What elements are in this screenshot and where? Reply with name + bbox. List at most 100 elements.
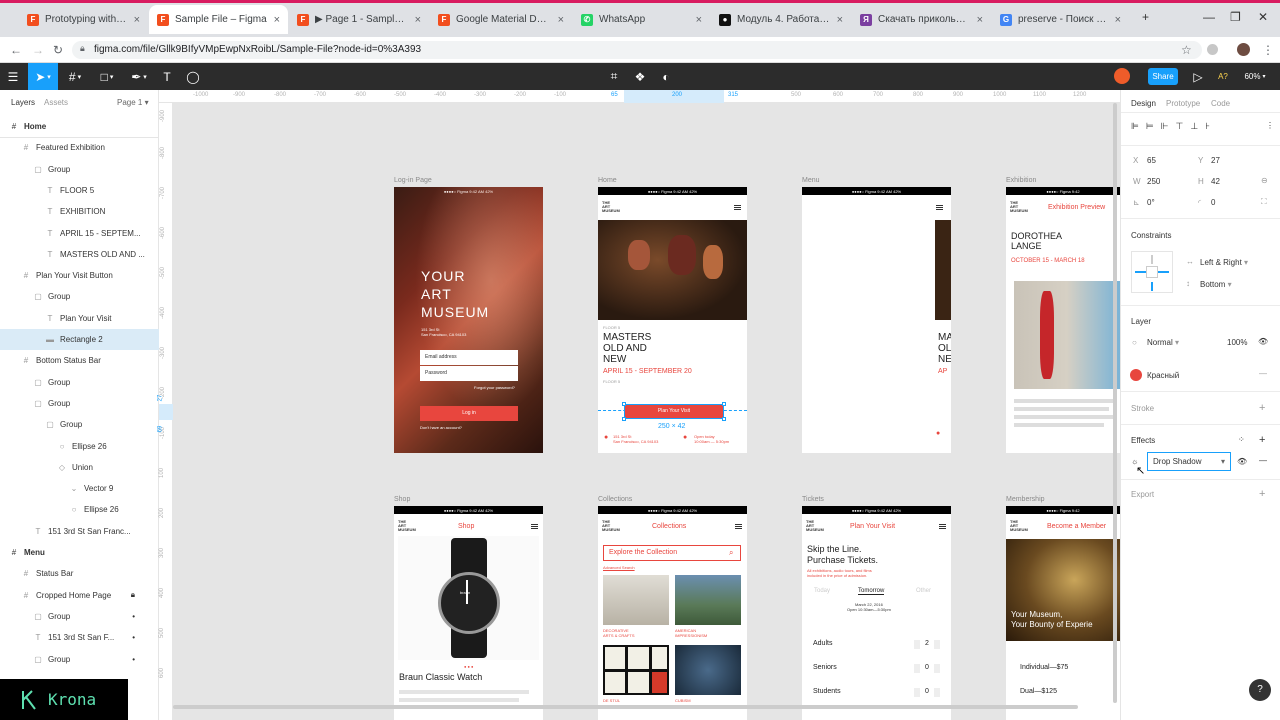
constrain-proportions-icon[interactable]: ⊖ xyxy=(1261,176,1268,185)
browser-tab[interactable]: F ▶ Page 1 - Sample File × xyxy=(289,5,429,34)
layer-row[interactable]: # Cropped Home Page 🔒︎ xyxy=(0,585,159,606)
extension-icon[interactable] xyxy=(1207,44,1218,55)
hamburger-icon[interactable] xyxy=(939,524,946,529)
frame-label-exhibition[interactable]: Exhibition xyxy=(1006,177,1036,184)
close-tab-icon[interactable]: × xyxy=(415,14,421,26)
layer-row[interactable]: # Featured Exhibition xyxy=(0,137,159,158)
layer-row[interactable]: T 151 3rd St San F... • xyxy=(0,627,159,648)
frame-label-tickets[interactable]: Tickets xyxy=(802,496,824,503)
shape-tool-icon[interactable]: □ ▾ xyxy=(94,63,120,90)
resize-handle[interactable] xyxy=(622,402,626,406)
frame-label-shop[interactable]: Shop xyxy=(394,496,410,503)
add-effect-icon[interactable]: + xyxy=(1259,434,1265,446)
browser-menu-icon[interactable]: ⋮ xyxy=(1262,43,1274,57)
frame-home[interactable]: ●●●●○ Figma 9:42 AM 42% THE ART MUSEUM F… xyxy=(598,187,747,453)
forward-icon[interactable]: → xyxy=(32,43,44,57)
collection-thumbnail[interactable] xyxy=(675,645,741,695)
distribute-icon[interactable]: ⋮ xyxy=(1266,121,1274,130)
browser-tab[interactable]: Я Скачать прикольные гифк × xyxy=(852,5,991,34)
assets-tab[interactable]: Assets xyxy=(44,98,68,107)
layer-row[interactable]: # Bottom Status Bar xyxy=(0,350,159,371)
width-input[interactable]: 250 xyxy=(1147,177,1160,186)
help-button[interactable]: ? xyxy=(1249,679,1271,701)
mask-icon[interactable]: ◐ xyxy=(657,63,675,90)
layer-row[interactable]: # Status Bar xyxy=(0,563,159,584)
frame-exhibition[interactable]: ●●●●○ Figma 9:42 THE ART MUSEUM Exhibiti… xyxy=(1006,187,1120,453)
layer-row[interactable]: T Plan Your Visit xyxy=(0,308,159,329)
frame-label-menu[interactable]: Menu xyxy=(802,177,820,184)
layer-row[interactable]: T EXHIBITION xyxy=(0,201,159,222)
frame-collections[interactable]: ●●●●○ Figma 9:42 AM 42% THE ART MUSEUM C… xyxy=(598,506,747,720)
login-button[interactable]: Log in xyxy=(420,406,518,421)
collection-search-input[interactable]: Explore the Collection xyxy=(603,545,741,561)
day-tab-today[interactable]: Today xyxy=(814,588,830,594)
frame-login[interactable]: ●●●●○ Figma 9:42 AM 42% YOUR ART MUSEUM … xyxy=(394,187,543,453)
component-icon[interactable]: ❖ xyxy=(631,63,649,90)
layers-tab[interactable]: Layers xyxy=(11,98,35,107)
align-tools[interactable]: ⊫⊨⊩⊤⊥⊦ xyxy=(1131,121,1217,132)
resize-handle[interactable] xyxy=(722,402,726,406)
layer-row[interactable]: ▢ Group xyxy=(0,393,159,414)
ticket-quantity-stepper[interactable]: 0 xyxy=(914,688,940,697)
browser-tab[interactable]: ● Модуль 4. Работа с объек × xyxy=(711,5,851,34)
collaborator-badge[interactable]: A? xyxy=(1214,63,1232,90)
y-input[interactable]: 27 xyxy=(1211,156,1220,165)
profile-avatar[interactable] xyxy=(1237,43,1250,56)
collection-thumbnail[interactable] xyxy=(603,575,669,625)
layer-row[interactable]: ⌄ Vector 9 xyxy=(0,478,159,499)
corner-radius-input[interactable]: 0 xyxy=(1211,198,1215,207)
text-tool-icon[interactable]: T xyxy=(158,63,176,90)
user-avatar[interactable] xyxy=(1114,68,1130,84)
layer-row[interactable]: ▢ Group xyxy=(0,286,159,307)
carousel-dots[interactable]: ● ● ● xyxy=(464,664,473,669)
day-tab-other[interactable]: Other xyxy=(916,588,931,594)
close-tab-icon[interactable]: × xyxy=(977,14,983,26)
constraint-right[interactable] xyxy=(1157,271,1169,273)
x-input[interactable]: 65 xyxy=(1147,156,1156,165)
new-tab-button[interactable]: + xyxy=(1142,10,1149,24)
ticket-quantity-stepper[interactable]: 2 xyxy=(914,640,940,649)
layer-row[interactable]: ▢ Group • xyxy=(0,649,159,670)
frame-label-login[interactable]: Log-in Page xyxy=(394,177,432,184)
comment-tool-icon[interactable]: ◯ xyxy=(184,63,202,90)
layer-row[interactable]: ◇ Union xyxy=(0,457,159,478)
resize-handle[interactable] xyxy=(722,417,726,421)
close-menu-icon[interactable] xyxy=(936,205,943,210)
fill-color-swatch[interactable] xyxy=(1130,369,1142,381)
url-input[interactable]: figma.com/file/Gllk9BIfyVMpEwpNxRoibL/Sa… xyxy=(72,41,1202,59)
lock-icon[interactable]: 🔒︎ xyxy=(80,43,85,54)
tab-code[interactable]: Code xyxy=(1211,99,1230,108)
layer-row[interactable]: T FLOOR 5 xyxy=(0,180,159,201)
add-export-icon[interactable]: + xyxy=(1259,488,1265,500)
canvas[interactable]: Log-in Page ●●●●○ Figma 9:42 AM 42% YOUR… xyxy=(173,103,1120,720)
zoom-level[interactable]: 60% ▾ xyxy=(1240,63,1270,90)
close-tab-icon[interactable]: × xyxy=(558,14,564,26)
tab-prototype[interactable]: Prototype xyxy=(1166,99,1200,108)
layer-row[interactable]: # Menu xyxy=(0,542,159,563)
layer-row[interactable]: ▢ Group xyxy=(0,159,159,180)
resize-handle[interactable] xyxy=(622,417,626,421)
close-window-icon[interactable]: ✕ xyxy=(1258,10,1268,24)
hamburger-icon[interactable] xyxy=(734,205,741,210)
layer-row[interactable]: ○ Ellipse 26 xyxy=(0,436,159,457)
browser-tab[interactable]: F Prototyping with Overlays × xyxy=(19,5,148,34)
effect-styles-icon[interactable]: ⁘ xyxy=(1238,435,1245,444)
close-tab-icon[interactable]: × xyxy=(696,14,702,26)
collection-thumbnail[interactable] xyxy=(603,645,669,695)
password-field[interactable]: Password xyxy=(420,366,518,381)
layer-row[interactable]: ▢ Group xyxy=(0,414,159,435)
effect-type-select[interactable]: Drop Shadow ▾ xyxy=(1147,452,1231,471)
advanced-search-link[interactable]: Advanced Search xyxy=(603,565,635,570)
constraint-center[interactable] xyxy=(1146,266,1158,278)
rotation-input[interactable]: 0° xyxy=(1147,198,1155,207)
reload-icon[interactable]: ↻ xyxy=(53,43,63,57)
browser-tab[interactable]: ✆ WhatsApp × xyxy=(573,5,710,34)
day-tab-tomorrow[interactable]: Tomorrow xyxy=(858,588,885,595)
height-input[interactable]: 42 xyxy=(1211,177,1220,186)
tab-design[interactable]: Design xyxy=(1131,99,1156,108)
frame-membership[interactable]: ●●●●○ Figma 9:42 THE ART MUSEUM Become a… xyxy=(1006,506,1120,720)
frame-label-collections[interactable]: Collections xyxy=(598,496,632,503)
present-icon[interactable]: ▷ xyxy=(1190,63,1206,90)
close-tab-icon[interactable]: × xyxy=(134,14,140,26)
frame-menu[interactable]: ●●●●○ Figma 9:42 AM 42% MA OL NE AP ● xyxy=(802,187,951,453)
